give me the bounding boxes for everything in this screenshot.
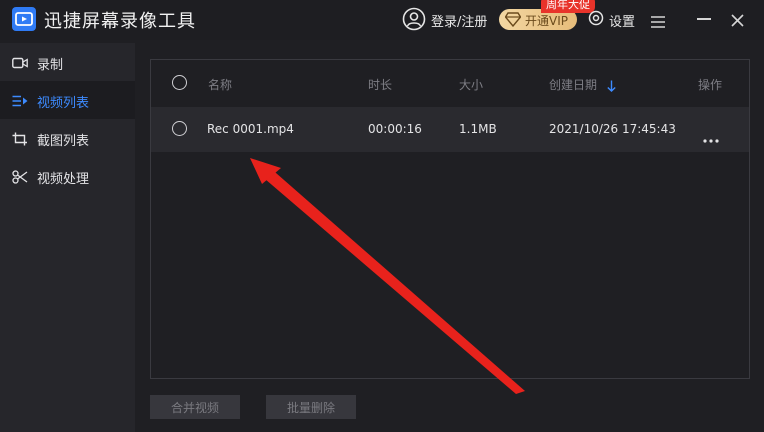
sidebar-item-screenshot-list[interactable]: 截图列表 — [0, 119, 135, 157]
select-all-radio[interactable] — [172, 75, 187, 90]
sidebar-item-video-list[interactable]: 视频列表 — [0, 81, 135, 119]
app-title: 迅捷屏幕录像工具 — [44, 11, 196, 32]
column-header-duration: 时长 — [368, 78, 393, 92]
sort-arrow-down-icon[interactable] — [607, 77, 616, 92]
merge-videos-button[interactable]: 合并视频 — [150, 395, 240, 419]
minimize-icon[interactable] — [697, 18, 711, 20]
file-size: 1.1MB — [459, 122, 497, 136]
promo-badge: 周年大促 — [541, 0, 595, 13]
screenshot-icon — [12, 131, 28, 146]
more-options-icon[interactable] — [703, 128, 719, 143]
title-bar: 迅捷屏幕录像工具 登录/注册 开通VIP 周年大促 设置 — [0, 0, 764, 40]
menu-icon[interactable] — [651, 13, 665, 28]
column-header-actions: 操作 — [698, 78, 723, 92]
camera-icon — [12, 55, 28, 69]
gear-icon[interactable] — [588, 10, 604, 26]
close-icon[interactable] — [731, 12, 744, 27]
sidebar-item-video-process[interactable]: 视频处理 — [0, 157, 135, 195]
table-header: 名称 时长 大小 创建日期 操作 — [151, 60, 749, 107]
sidebar-item-record[interactable]: 录制 — [0, 43, 135, 81]
video-list-panel: 名称 时长 大小 创建日期 操作 Rec 0001.mp4 00:00:16 1… — [150, 59, 750, 379]
sidebar-item-label: 截图列表 — [37, 134, 90, 149]
batch-delete-button[interactable]: 批量删除 — [266, 395, 356, 419]
column-header-name: 名称 — [208, 78, 233, 92]
row-select-radio[interactable] — [172, 121, 187, 136]
app-logo-icon — [12, 7, 36, 31]
file-name: Rec 0001.mp4 — [207, 122, 294, 136]
user-icon[interactable] — [402, 7, 426, 31]
sidebar-item-label: 视频列表 — [37, 96, 90, 111]
diamond-icon — [504, 12, 522, 28]
file-created-date: 2021/10/26 17:45:43 — [549, 122, 676, 136]
table-row[interactable]: Rec 0001.mp4 00:00:16 1.1MB 2021/10/26 1… — [151, 107, 749, 152]
sidebar-item-label: 视频处理 — [37, 172, 90, 187]
video-list-icon — [12, 93, 28, 107]
sidebar: 录制 视频列表 截图列表 视频处理 — [0, 43, 135, 432]
column-header-size: 大小 — [459, 78, 484, 92]
column-header-created[interactable]: 创建日期 — [549, 76, 597, 93]
file-duration: 00:00:16 — [368, 122, 422, 136]
login-link[interactable]: 登录/注册 — [431, 11, 487, 30]
vip-label: 开通VIP — [525, 14, 568, 28]
video-process-icon — [12, 169, 28, 184]
settings-link[interactable]: 设置 — [609, 11, 635, 30]
sidebar-item-label: 录制 — [37, 58, 64, 73]
